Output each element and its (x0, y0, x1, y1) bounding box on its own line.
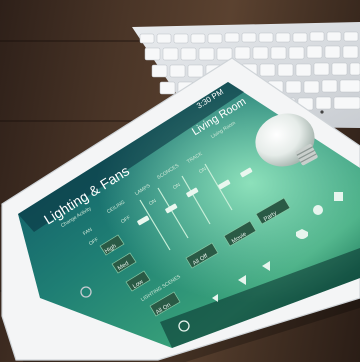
scene-button-movie[interactable]: Movie (231, 232, 248, 246)
screen-title: Lighting & Fans (41, 162, 132, 228)
slider-label-sconces: SCONCES (156, 162, 181, 182)
slider-toggle-lamps[interactable]: ON (148, 198, 158, 207)
slider-label-track: TRACK (186, 151, 204, 166)
slider-toggle-track[interactable]: ON (198, 166, 208, 175)
scene-label: LIGHTING SCENES (140, 273, 182, 304)
slider-label-ceiling: CEILING (106, 199, 127, 216)
fan-speed-low[interactable]: Low (132, 279, 145, 290)
screen-text-layer: Lighting & Fans Change Activity Living R… (0, 0, 360, 362)
slider-toggle-sconces[interactable]: ON (172, 182, 182, 191)
fan-toggle[interactable]: OFF (88, 237, 100, 247)
fan-speed-med[interactable]: Med (117, 261, 130, 272)
slider-label-lamps: LAMPS (134, 183, 152, 198)
clock: 3:30 PM (195, 87, 226, 111)
photo-scene: Lighting & Fans Change Activity Living R… (0, 0, 360, 362)
scene-button-all-on[interactable]: All On (155, 302, 172, 316)
fan-speed-high[interactable]: High (104, 243, 118, 255)
scene-button-all-off[interactable]: All Off (192, 253, 209, 267)
fan-label: FAN (82, 226, 94, 238)
slider-toggle-ceiling[interactable]: OFF (120, 215, 132, 225)
scene-button-party[interactable]: Party (263, 211, 278, 224)
